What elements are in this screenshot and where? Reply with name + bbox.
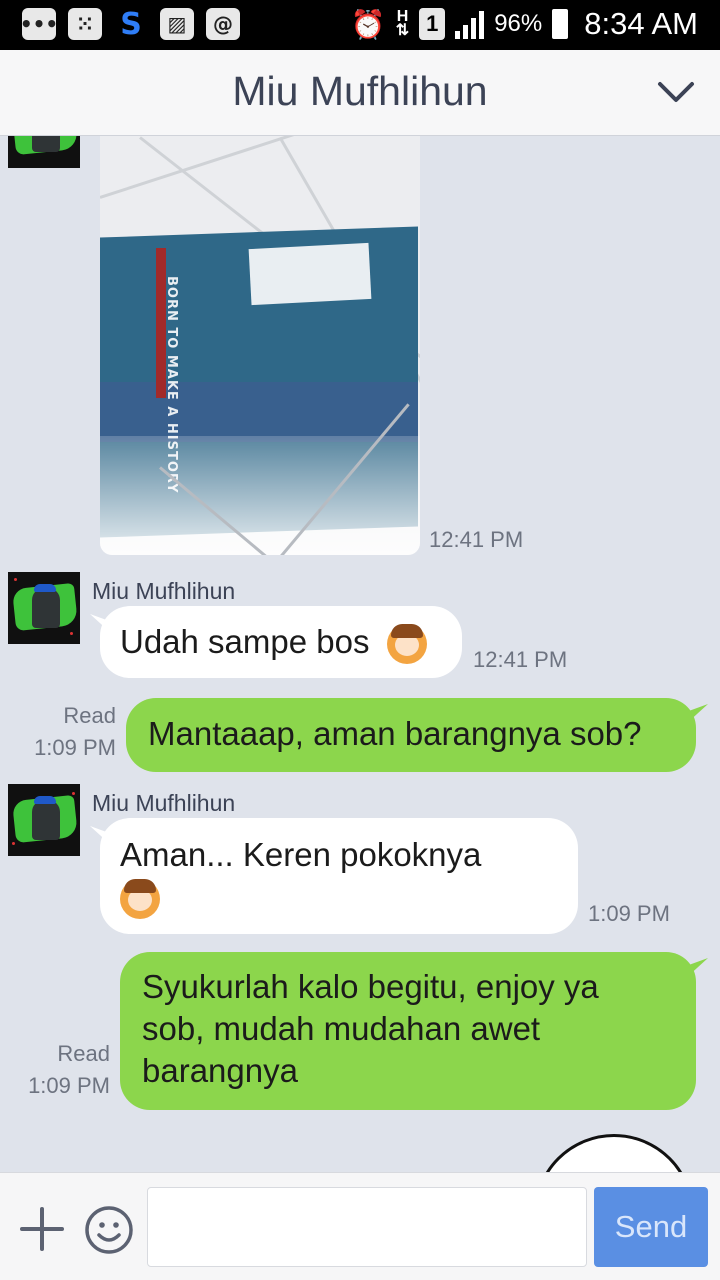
avatar[interactable] [8,572,80,644]
message-text: Aman... Keren pokoknya [120,836,482,873]
message-list[interactable]: BORN TO MAKE A HISTORY 12:41 PM Miu Mufh… [0,136,720,1172]
message-image[interactable]: BORN TO MAKE A HISTORY [100,136,420,555]
clock: 8:34 AM [584,6,698,41]
network-type-icon: H ⇅ [395,8,410,39]
notification-icons: ••• ⁙ S ▨ @ [20,6,240,42]
read-receipt: Read 1:09 PM [28,1041,110,1098]
chat-title[interactable]: Miu Mufhlihun [0,68,720,115]
message-bubble[interactable]: Mantaaap, aman barangnya sob? [126,698,696,772]
battery-percent: 96% [494,10,543,37]
message-bubble[interactable]: Udah sampe bos [100,606,462,678]
sticker-message[interactable] [534,1134,694,1172]
girl-emoji-icon [386,624,427,665]
sender-name: Miu Mufhlihun [92,790,236,816]
email-icon: @ [206,8,240,40]
input-bar: Send [0,1172,720,1280]
avatar[interactable] [8,784,80,856]
message-text: Udah sampe bos [120,623,370,660]
message-bubble[interactable]: Aman... Keren pokoknya [100,818,578,934]
message-text-line: barangnya [142,1052,298,1089]
sender-name: Miu Mufhlihun [92,578,236,604]
battery-icon [552,9,569,39]
message-time: 1:09 PM [588,901,670,926]
bbm-icon: ⁙ [68,8,102,40]
plus-icon[interactable] [20,1207,64,1251]
message-text: Mantaaap, aman barangnya sob? [148,715,642,752]
message-text-line: Syukurlah kalo begitu, enjoy ya [142,968,599,1005]
chat-notification-icon: ••• [20,8,58,40]
alarm-icon: ⏰ [350,8,386,40]
send-button[interactable]: Send [594,1187,708,1267]
message-bubble[interactable]: Syukurlah kalo begitu, enjoy ya sob, mud… [120,952,696,1110]
message-time: 12:41 PM [473,647,568,672]
chat-header: Miu Mufhlihun [0,50,720,136]
emoji-icon[interactable] [84,1205,134,1255]
raising-hands-emoji-icon [120,879,160,920]
message-time: 12:41 PM [429,527,524,552]
read-receipt: Read 1:09 PM [34,703,116,760]
sim-icon: 1 [419,8,446,40]
status-bar: ••• ⁙ S ▨ @ ⏰ H ⇅ 1 96% 8:34 AM [0,0,720,50]
message-text-line: sob, mudah mudahan awet [142,1010,541,1047]
signal-icon [455,9,485,39]
gallery-icon: ▨ [160,8,194,40]
chevron-down-icon[interactable] [656,78,696,106]
message-input[interactable] [147,1187,587,1267]
sync-icon: S [120,6,142,42]
avatar[interactable] [8,136,80,168]
